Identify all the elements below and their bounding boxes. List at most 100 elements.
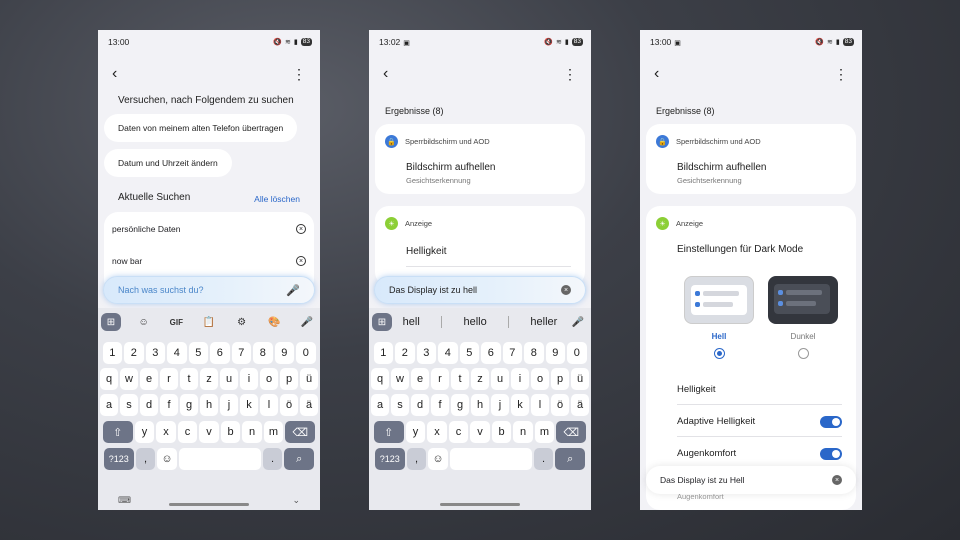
key-k[interactable]: k (511, 394, 529, 416)
backspace-icon[interactable]: ⌫ (556, 421, 587, 443)
key-f[interactable]: f (431, 394, 449, 416)
word-suggestion[interactable]: hell (403, 316, 420, 328)
key-2[interactable]: 2 (124, 342, 144, 364)
key-p[interactable]: p (551, 368, 569, 390)
dark-mode-preview[interactable] (768, 276, 838, 324)
gif-button[interactable]: GIF (166, 313, 186, 331)
key-f[interactable]: f (160, 394, 178, 416)
more-options-icon[interactable]: ⋮ (563, 66, 577, 82)
key-v[interactable]: v (470, 421, 490, 443)
key-1[interactable]: 1 (373, 342, 393, 364)
key-0[interactable]: 0 (567, 342, 587, 364)
key-ä[interactable]: ä (300, 394, 318, 416)
key-7[interactable]: 7 (502, 342, 522, 364)
adaptive-brightness-toggle[interactable] (820, 416, 842, 428)
search-input[interactable]: Nach was suchst du? 🎤 (103, 276, 315, 304)
remove-icon[interactable]: × (296, 224, 306, 234)
microphone-icon[interactable]: 🎤 (568, 313, 588, 331)
word-suggestion[interactable]: hello (463, 316, 486, 328)
palette-icon[interactable]: 🎨 (264, 313, 284, 331)
search-icon[interactable]: ⌕ (284, 448, 315, 470)
key-a[interactable]: a (371, 394, 389, 416)
key-s[interactable]: s (120, 394, 138, 416)
key-h[interactable]: h (200, 394, 218, 416)
dark-mode-settings-title[interactable]: Einstellungen für Dark Mode (677, 244, 803, 255)
search-input[interactable]: Das Display ist zu Hell × (646, 466, 856, 494)
key-b[interactable]: b (491, 421, 512, 443)
key-comma[interactable]: , (406, 448, 427, 470)
microphone-icon[interactable]: 🎤 (286, 284, 300, 297)
key-g[interactable]: g (180, 394, 198, 416)
chevron-down-icon[interactable]: ⌄ (292, 495, 300, 506)
key-x[interactable]: x (427, 421, 447, 443)
eye-comfort-setting[interactable]: Augenkomfort (677, 448, 736, 459)
brightness-setting[interactable]: Helligkeit (677, 384, 716, 395)
key-6[interactable]: 6 (210, 342, 230, 364)
key-o[interactable]: o (260, 368, 278, 390)
more-options-icon[interactable]: ⋮ (292, 66, 306, 82)
key-o[interactable]: o (531, 368, 549, 390)
search-input[interactable]: Das Display ist zu hell × (374, 276, 586, 304)
key-9[interactable]: 9 (274, 342, 294, 364)
light-mode-preview[interactable] (684, 276, 754, 324)
key-k[interactable]: k (240, 394, 258, 416)
key-period[interactable]: . (533, 448, 554, 470)
backspace-icon[interactable]: ⌫ (285, 421, 316, 443)
key-q[interactable]: q (371, 368, 389, 390)
key-g[interactable]: g (451, 394, 469, 416)
key-ä[interactable]: ä (571, 394, 589, 416)
key-i[interactable]: i (511, 368, 529, 390)
clear-icon[interactable]: × (832, 475, 842, 485)
key-e[interactable]: e (140, 368, 158, 390)
key-1[interactable]: 1 (102, 342, 122, 364)
key-q[interactable]: q (100, 368, 118, 390)
home-indicator[interactable] (169, 503, 249, 506)
suggestion-chip-datetime[interactable]: Datum und Uhrzeit ändern (104, 149, 232, 177)
key-l[interactable]: l (531, 394, 549, 416)
apps-grid-icon[interactable]: ⊞ (372, 313, 392, 331)
key-b[interactable]: b (220, 421, 241, 443)
key-a[interactable]: a (100, 394, 118, 416)
clear-icon[interactable]: × (561, 285, 571, 295)
key-t[interactable]: t (451, 368, 469, 390)
key-4[interactable]: 4 (167, 342, 187, 364)
space-key[interactable] (178, 448, 261, 470)
eye-comfort-toggle[interactable] (820, 448, 842, 460)
key-m[interactable]: m (263, 421, 284, 443)
key-9[interactable]: 9 (545, 342, 565, 364)
result-card-lockscreen[interactable]: 🔒 Sperrbildschirm und AOD Bildschirm aufh… (646, 124, 856, 194)
key-y[interactable]: y (405, 421, 426, 443)
clear-all-link[interactable]: Alle löschen (254, 194, 300, 204)
key-e[interactable]: e (411, 368, 429, 390)
shift-icon[interactable]: ⇧ (102, 421, 133, 443)
settings-gear-icon[interactable]: ⚙ (232, 313, 252, 331)
apps-grid-icon[interactable]: ⊞ (101, 313, 121, 331)
key-ö[interactable]: ö (280, 394, 298, 416)
suggestion-chip-transfer[interactable]: Daten von meinem alten Telefon übertrage… (104, 114, 298, 142)
key-i[interactable]: i (240, 368, 258, 390)
key-r[interactable]: r (160, 368, 178, 390)
search-icon[interactable]: ⌕ (555, 448, 586, 470)
back-icon[interactable]: ‹ (654, 66, 659, 82)
home-indicator[interactable] (440, 503, 520, 506)
back-icon[interactable]: ‹ (112, 66, 117, 82)
dark-mode-radio[interactable] (798, 348, 809, 359)
key-7[interactable]: 7 (231, 342, 251, 364)
key-y[interactable]: y (134, 421, 155, 443)
key-n[interactable]: n (513, 421, 533, 443)
key-n[interactable]: n (242, 421, 262, 443)
key-ü[interactable]: ü (571, 368, 589, 390)
key-ö[interactable]: ö (551, 394, 569, 416)
key-0[interactable]: 0 (296, 342, 316, 364)
result-card-lockscreen[interactable]: 🔒 Sperrbildschirm und AOD Bildschirm aufh… (375, 124, 585, 194)
key-2[interactable]: 2 (395, 342, 415, 364)
key-u[interactable]: u (220, 368, 238, 390)
key-x[interactable]: x (156, 421, 176, 443)
key-8[interactable]: 8 (524, 342, 544, 364)
key-4[interactable]: 4 (438, 342, 458, 364)
sticker-icon[interactable]: ☺ (134, 313, 154, 331)
key-c[interactable]: c (177, 421, 198, 443)
key-w[interactable]: w (120, 368, 138, 390)
key-l[interactable]: l (260, 394, 278, 416)
word-suggestion[interactable]: heller (530, 316, 557, 328)
